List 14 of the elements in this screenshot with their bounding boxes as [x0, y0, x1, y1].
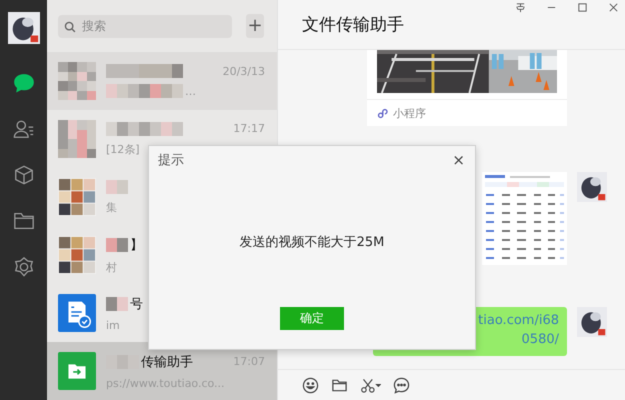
chat-time: 20/3/13 — [222, 64, 265, 78]
chat-title: 文件传输助手 — [302, 14, 404, 36]
chat-preview: [12条] — [106, 142, 140, 156]
chat-name: 传输助手 — [141, 354, 193, 370]
chat-preview: 村 — [106, 260, 117, 274]
chat-preview: 集 — [106, 200, 117, 214]
chat-time: 17:17 — [233, 122, 265, 135]
chat-preview: … — [185, 84, 196, 98]
chat-preview: im — [106, 318, 120, 332]
dialog-title: 提示 — [158, 152, 184, 169]
chat-name: 号 — [130, 296, 143, 312]
dialog-message: 发送的视频不能大于25M — [240, 234, 384, 251]
chat-name: 】 — [130, 236, 143, 254]
mini-program-label: 小程序 — [393, 106, 426, 120]
